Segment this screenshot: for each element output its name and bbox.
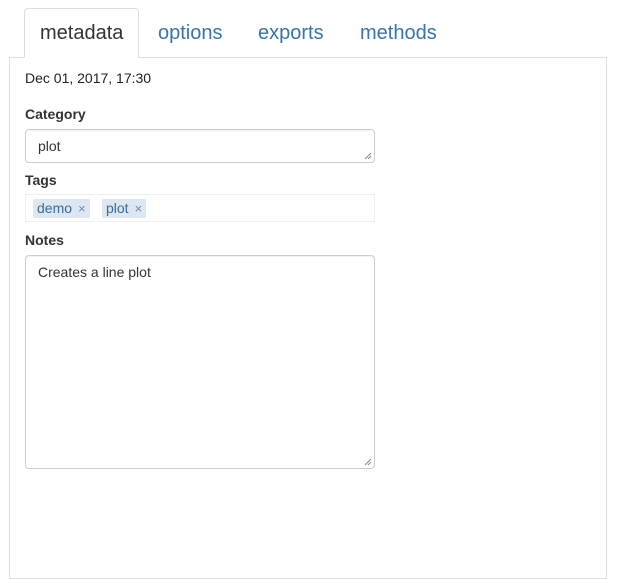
tag-label: demo <box>37 200 73 216</box>
timestamp: Dec 01, 2017, 17:30 <box>25 70 152 86</box>
tag-chip: plot × <box>102 199 147 218</box>
tags-input[interactable]: demo × plot × <box>25 194 375 222</box>
tags-label: Tags <box>25 172 57 188</box>
tag-label: plot <box>106 200 129 216</box>
tab-options[interactable]: options <box>143 10 238 58</box>
resize-grip-icon[interactable] <box>364 458 372 466</box>
notes-value: Creates a line plot <box>38 264 151 280</box>
notes-label: Notes <box>25 232 64 248</box>
close-icon[interactable]: × <box>78 199 86 218</box>
category-label: Category <box>25 106 86 122</box>
category-value: plot <box>38 138 61 154</box>
tab-methods[interactable]: methods <box>345 10 452 58</box>
metadata-panel: Dec 01, 2017, 17:30 Category plot Tags d… <box>9 57 607 579</box>
tab-bar: metadata options exports methods <box>9 0 607 58</box>
close-icon[interactable]: × <box>135 199 143 218</box>
resize-grip-icon[interactable] <box>364 152 372 160</box>
category-input[interactable]: plot <box>25 129 375 163</box>
tab-exports[interactable]: exports <box>243 10 339 58</box>
notes-textarea[interactable]: Creates a line plot <box>25 255 375 469</box>
tab-metadata[interactable]: metadata <box>24 8 140 58</box>
tag-chip: demo × <box>33 199 90 218</box>
metadata-editor: metadata options exports methods Dec 01,… <box>0 0 627 580</box>
